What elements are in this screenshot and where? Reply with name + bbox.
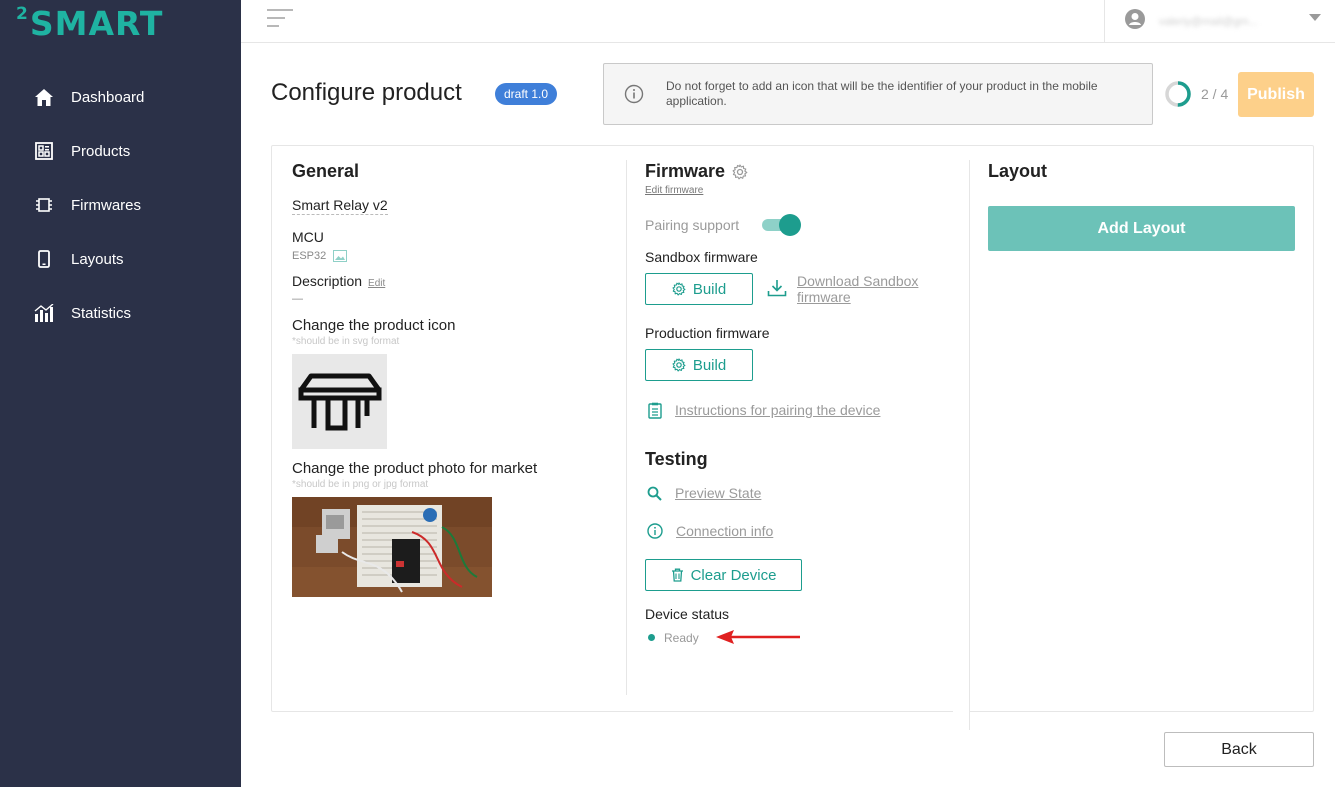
pairing-instructions-text: Instructions for pairing the device [675,402,881,418]
sidebar-item-label: Layouts [71,250,124,268]
sidebar-item-dashboard[interactable]: Dashboard [0,70,241,124]
mcu-value: ESP32 [292,250,327,262]
search-icon [647,486,662,501]
description-row: Description Edit [292,273,385,289]
layout-title: Layout [988,161,1048,181]
photo-format-hint: *should be in png or jpg format [292,479,429,490]
products-icon [34,141,54,161]
sidebar-item-firmwares[interactable]: Firmwares [0,178,241,232]
sidebar-item-label: Products [71,142,131,160]
description-value: — [292,293,303,305]
page-title: Configure product [271,79,462,106]
sidebar-nav: Dashboard Products Firmwares Layouts Sta… [0,70,241,340]
mcu-label: MCU [292,229,324,245]
info-icon [647,523,663,539]
logo-superscript: 2 [16,4,29,24]
sidebar-item-products[interactable]: Products [0,124,241,178]
annotation-arrow-icon [716,630,800,644]
icon-section-label: Change the product icon [292,317,456,334]
download-sandbox-text: Download Sandbox firmware [797,273,919,305]
publish-button[interactable]: Publish [1238,72,1314,117]
gear-icon[interactable] [732,163,748,180]
logo-text: SMART [29,4,164,43]
pairing-support-label: Pairing support [645,217,740,233]
version-badge: draft 1.0 [495,83,558,105]
brand-logo[interactable]: 2 SMART [16,4,164,43]
icon-format-hint: *should be in svg format [292,336,400,347]
description-edit-link[interactable]: Edit [368,278,385,289]
preview-state-link[interactable]: Preview State [647,485,761,501]
notice-text: Do not forget to add an icon that will b… [666,79,1098,108]
product-photo-upload[interactable] [292,497,492,597]
info-icon [624,84,644,104]
relay-icon [298,373,381,430]
connection-info-text: Connection info [676,523,774,539]
user-email: valeriy@mail@gm... [1159,15,1258,28]
build-label: Build [692,280,727,298]
testing-title: Testing [645,449,708,469]
clipboard-icon [648,402,662,419]
pairing-instructions-link[interactable]: Instructions for pairing the device [648,402,880,419]
sidebar-item-label: Firmwares [71,196,141,214]
firmware-title: Firmware [645,161,726,181]
mcu-value-row: ESP32 [292,250,348,262]
gear-icon [672,358,686,372]
sidebar-item-layouts[interactable]: Layouts [0,232,241,286]
menu-toggle-icon[interactable] [267,9,295,31]
home-icon [34,87,54,107]
firmware-title-row: Firmware [645,161,748,182]
sidebar-item-statistics[interactable]: Statistics [0,286,241,340]
column-divider [969,160,970,730]
user-avatar-icon [1125,9,1145,34]
column-divider [626,160,627,695]
download-icon [767,279,787,297]
production-firmware-label: Production firmware [645,325,770,341]
photo-section-label: Change the product photo for market [292,460,538,477]
download-sandbox-link[interactable]: Download Sandbox firmware [767,273,918,305]
sidebar-item-label: Statistics [71,304,132,322]
notice-banner: Do not forget to add an icon that will b… [603,63,1153,125]
chevron-down-icon[interactable] [1309,14,1321,21]
sandbox-firmware-label: Sandbox firmware [645,249,758,265]
user-menu[interactable]: valeriy@mail@gm... [1104,0,1335,43]
sidebar-item-label: Dashboard [71,88,145,106]
gear-icon [672,282,686,296]
build-label: Build [692,356,727,374]
clear-device-label: Clear Device [690,566,777,584]
progress-ring-icon [1165,81,1191,107]
general-title: General [292,161,360,181]
connection-info-link[interactable]: Connection info [647,523,773,539]
trash-icon [671,568,684,582]
preview-state-text: Preview State [675,485,762,501]
top-bar: valeriy@mail@gm... [241,0,1335,43]
product-icon-upload[interactable] [292,354,387,449]
build-production-button[interactable]: Build [645,349,753,381]
edit-firmware-link[interactable]: Edit firmware [645,185,703,196]
image-icon[interactable] [333,250,348,262]
pairing-support-toggle[interactable] [762,214,801,236]
status-indicator [648,634,655,641]
publish-progress: 2 / 4 [1164,80,1228,108]
product-photo [292,497,492,597]
sidebar: 2 SMART Dashboard Products Firmwares Lay… [0,0,241,787]
progress-text: 2 / 4 [1201,86,1229,102]
chip-icon [34,195,54,215]
phone-icon [34,249,54,269]
add-layout-button[interactable]: Add Layout [988,206,1295,251]
device-status-label: Device status [645,606,730,622]
device-status-value: Ready [664,631,699,645]
description-label: Description [292,273,363,289]
chart-icon [34,303,54,323]
back-button[interactable]: Back [1164,732,1314,767]
clear-device-button[interactable]: Clear Device [645,559,802,591]
product-name-field[interactable]: Smart Relay v2 [292,197,388,215]
build-sandbox-button[interactable]: Build [645,273,753,305]
